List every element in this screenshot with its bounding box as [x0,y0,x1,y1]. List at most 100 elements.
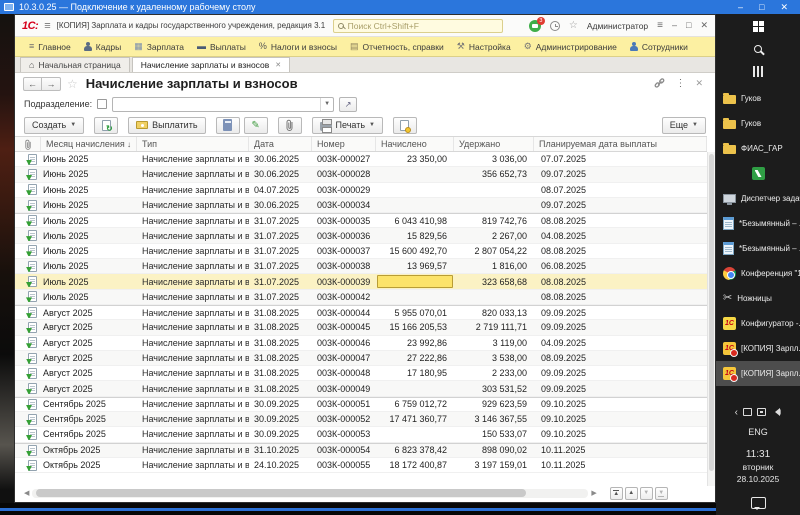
horizontal-scrollbar-thumb[interactable] [36,489,526,497]
withheld-column-header[interactable]: Удержано [454,137,534,151]
service-menu-icon[interactable]: ≡ [657,20,663,31]
attachments-button[interactable] [277,116,302,134]
menu-item-3[interactable]: ▦ Зарплата [134,42,184,52]
calculate-button[interactable] [215,116,240,134]
fill-document-button[interactable]: ↻ [94,116,119,134]
taskbar-item-12[interactable]: 1С [КОПИЯ] Зарпл... [716,361,800,386]
taskbar-item-2[interactable]: Гуков [716,111,800,136]
taskbar-item-11[interactable]: 1С [КОПИЯ] Зарпл... [716,336,800,361]
app-maximize-icon[interactable]: □ [686,21,691,30]
add-favorite-star-icon[interactable]: ☆ [67,77,78,91]
table-row[interactable]: Август 2025 Начисление зарплаты и взн... 3… [15,304,707,321]
department-input[interactable]: ▼ [112,96,335,112]
horizontal-scrollbar[interactable] [32,488,589,498]
taskbar-item-1[interactable]: Гуков [716,86,800,111]
language-indicator[interactable]: ENG [748,427,768,437]
tray-expand-icon[interactable]: ‹ [735,407,738,418]
tab-1[interactable]: ⌂ Начальная страница [20,57,130,72]
vertical-scrollbar-thumb[interactable] [709,154,714,472]
table-row[interactable]: Июль 2025 Начисление зарплаты и взн... 31.… [15,213,707,229]
global-search-input[interactable]: Поиск Ctrl+Shift+F [332,18,503,33]
table-row[interactable]: Июль 2025 Начисление зарплаты и взн... 31.… [15,274,707,290]
menu-item-2[interactable]: Кадры [83,41,121,52]
table-row[interactable]: Июль 2025 Начисление зарплаты и взн... 31.… [15,228,707,244]
type-column-header[interactable]: Тип [137,137,249,151]
rdp-minimize-icon[interactable]: – [738,2,743,12]
display-tray-icon[interactable] [757,408,766,416]
table-row[interactable]: Октябрь 2025 Начисление зарплаты и взн...… [15,442,707,458]
device-tray-icon[interactable] [743,408,752,416]
taskbar-item-4[interactable] [716,161,800,186]
scroll-right-icon[interactable]: ▶ [591,489,596,497]
tab-close-icon[interactable]: ✕ [275,61,281,69]
table-row[interactable]: Июнь 2025 Начисление зарплаты и взн... 04.… [15,182,707,198]
taskbar-item-9[interactable]: ✂ Ножницы [716,286,800,311]
create-button[interactable]: Создать ▼ [24,116,85,134]
accrued-column-header[interactable]: Начислено [376,137,454,151]
table-row[interactable]: Июнь 2025 Начисление зарплаты и взн... 30.… [15,152,707,168]
table-row[interactable]: Июль 2025 Начисление зарплаты и взн... 31.… [15,259,707,275]
history-icon[interactable] [549,20,560,31]
table-row[interactable]: Сентябрь 2025 Начисление зарплаты и взн..… [15,427,707,443]
menu-item-9[interactable]: Сотрудники [629,41,688,52]
menu-item-4[interactable]: ▬ Выплаты [197,42,246,52]
print-button[interactable]: Печать ▼ [311,116,383,134]
chevron-down-icon[interactable]: ▼ [320,97,333,111]
month-column-header[interactable]: Месяц начисления ↓ [41,137,137,151]
taskbar-item-3[interactable]: ФИАС_ГАР [716,136,800,161]
favorites-icon[interactable]: ☆ [569,20,578,31]
taskbar-item-5[interactable]: Диспетчер задач [716,186,800,211]
table-row[interactable]: Август 2025 Начисление зарплаты и взн... 3… [15,320,707,336]
table-row[interactable]: Июль 2025 Начисление зарплаты и взн... 31.… [15,243,707,260]
table-row[interactable]: Июнь 2025 Начисление зарплаты и взн... 30.… [15,197,707,214]
date-column-header[interactable]: Дата [249,137,312,151]
taskbar-search-button[interactable] [716,37,800,60]
app-close-icon[interactable]: ✕ [700,21,708,30]
menu-item-8[interactable]: ⚙ Администрирование [524,42,617,52]
table-row[interactable]: Август 2025 Начисление зарплаты и взн... 3… [15,366,707,382]
table-row[interactable]: Август 2025 Начисление зарплаты и взн... 3… [15,381,707,397]
get-link-icon[interactable] [654,78,665,89]
schedule-document-button[interactable] [392,116,417,134]
taskbar-item-7[interactable]: *Безымянный – ... [716,236,800,261]
sign-button[interactable]: ✎ [243,116,268,134]
department-checkbox[interactable] [97,99,108,109]
table-row[interactable]: Июль 2025 Начисление зарплаты и взн... 31.… [15,289,707,305]
rdp-maximize-icon[interactable]: □ [759,2,764,12]
discussions-icon[interactable]: 3 [528,16,545,32]
planned-date-column-header[interactable]: Планируемая дата выплаты [534,137,707,151]
vertical-scrollbar[interactable] [707,152,715,486]
active-edit-cell[interactable] [377,275,453,288]
open-department-button[interactable]: ↗ [339,96,358,112]
menu-item-7[interactable]: ⚒ Настройка [457,42,511,52]
go-last-button[interactable]: ▼ [654,486,668,500]
back-button[interactable]: ← [23,76,42,91]
menu-item-1[interactable]: ≡ Главное [29,42,71,52]
action-center-icon[interactable] [750,497,766,510]
main-menu-icon[interactable]: ≡ [44,20,50,32]
table-row[interactable]: Август 2025 Начисление зарплаты и взн... 3… [15,335,707,351]
form-close-icon[interactable]: ✕ [695,78,703,89]
forward-button[interactable]: → [42,76,61,91]
start-button[interactable] [716,14,800,37]
table-row[interactable]: Сентябрь 2025 Начисление зарплаты и взн..… [15,396,707,413]
number-column-header[interactable]: Номер [312,137,376,151]
taskbar-item-6[interactable]: *Безымянный – ... [716,211,800,236]
taskbar-item-8[interactable]: Конференция "1... [716,261,800,286]
current-user[interactable]: Администратор [587,21,648,31]
more-menu-icon[interactable]: ⋮ [675,78,685,89]
task-view-button[interactable] [716,60,800,83]
table-row[interactable]: Сентябрь 2025 Начисление зарплаты и взн..… [15,412,707,428]
app-minimize-icon[interactable]: – [672,21,677,30]
page-down-button[interactable]: ▼ [639,486,653,500]
page-up-button[interactable]: ▲ [624,486,638,500]
menu-item-5[interactable]: % Налоги и взносы [259,42,337,52]
table-row[interactable]: Октябрь 2025 Начисление зарплаты и взн...… [15,457,707,474]
taskbar-clock[interactable]: 11:31 вторник 28.10.2025 [737,449,780,485]
taskbar-item-10[interactable]: 1С Конфигуратор -... [716,311,800,336]
rdp-close-icon[interactable]: ✕ [780,2,788,12]
pay-button[interactable]: Выплатить [128,116,206,134]
attachments-column-header[interactable] [15,137,41,151]
table-row[interactable]: Июнь 2025 Начисление зарплаты и взн... 30.… [15,167,707,183]
tab-2[interactable]: Начисление зарплаты и взносов ✕ [131,57,291,72]
